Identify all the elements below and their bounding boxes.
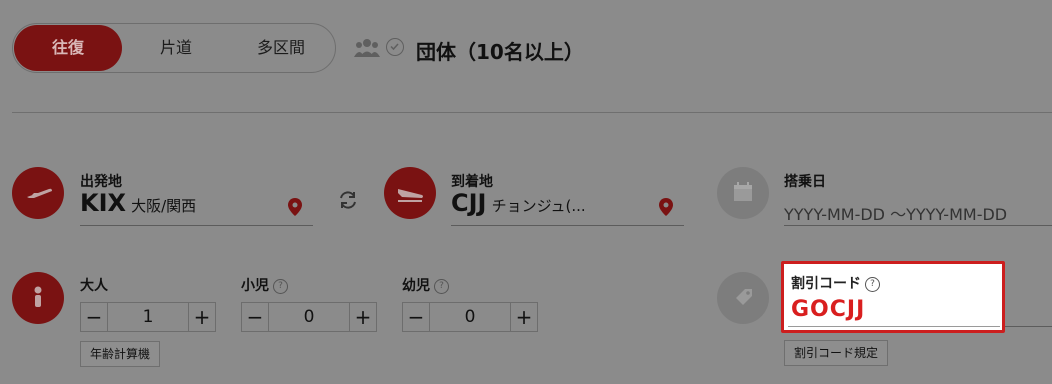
date-separator: ～ [890, 205, 907, 224]
child-count[interactable]: 0 [268, 303, 350, 331]
infant-plus-button[interactable]: + [511, 303, 537, 331]
child-minus-button[interactable]: − [242, 303, 268, 331]
departure-circle [12, 167, 64, 219]
child-label-wrap: 小児? [241, 275, 288, 295]
child-label: 小児 [241, 278, 269, 294]
promo-underline-ext [1005, 326, 1052, 327]
promo-code-value[interactable]: GOCJJ [791, 297, 865, 322]
arrival-underline [451, 225, 684, 226]
help-icon[interactable]: ? [273, 278, 288, 294]
adult-count[interactable]: 1 [107, 303, 189, 331]
infant-minus-button[interactable]: − [403, 303, 429, 331]
adult-label: 大人 [80, 278, 108, 294]
departure-field[interactable]: KIX 大阪/関西 [80, 189, 196, 217]
date-start: YYYY-MM-DD [784, 205, 885, 224]
infant-label: 幼児 [402, 278, 430, 294]
promo-underline [788, 326, 1000, 327]
plane-takeoff-icon [27, 188, 52, 198]
trip-type-oneway[interactable]: 片道 [124, 23, 228, 73]
departure-city: 大阪/関西 [131, 197, 197, 215]
plane-landing-icon [398, 189, 423, 202]
departure-code: KIX [80, 189, 127, 217]
help-icon[interactable]: ? [865, 276, 880, 292]
infant-count[interactable]: 0 [429, 303, 511, 331]
location-pin-icon[interactable] [288, 198, 302, 216]
departure-label: 出発地 [80, 174, 122, 190]
group-label: 団体（10名以上） [416, 40, 584, 64]
date-field[interactable]: YYYY-MM-DD ～YYYY-MM-DD [784, 201, 1007, 225]
infant-stepper: − 0 + [402, 302, 538, 332]
location-pin-icon[interactable] [659, 198, 673, 216]
arrival-label: 到着地 [451, 174, 493, 190]
child-plus-button[interactable]: + [350, 303, 376, 331]
child-stepper: − 0 + [241, 302, 377, 332]
age-calculator-button[interactable]: 年齢計算機 [80, 341, 161, 367]
date-underline [784, 225, 1052, 226]
swap-icon[interactable] [338, 190, 358, 210]
check-icon [390, 43, 399, 51]
date-end: YYYY-MM-DD [906, 205, 1008, 224]
adult-stepper: − 1 + [80, 302, 216, 332]
trip-type-roundtrip[interactable]: 往復 [14, 25, 122, 71]
promo-circle [717, 272, 769, 324]
date-circle [717, 167, 769, 219]
arrival-code: CJJ [451, 189, 487, 217]
help-icon[interactable]: ? [434, 278, 449, 294]
divider [12, 112, 1052, 113]
arrival-field[interactable]: CJJ チョンジュ(... [451, 189, 586, 217]
promo-code-field[interactable]: 割引コード? GOCJJ [781, 261, 1005, 333]
trip-type-multicity[interactable]: 多区間 [228, 23, 334, 73]
adult-minus-button[interactable]: − [81, 303, 107, 331]
promo-label: 割引コード [791, 276, 861, 292]
arrival-city: チョンジュ(... [491, 197, 586, 215]
arrival-circle [384, 167, 436, 219]
adult-plus-button[interactable]: + [189, 303, 215, 331]
promo-label-wrap: 割引コード? [791, 273, 880, 293]
promo-rules-button[interactable]: 割引コード規定 [784, 340, 889, 366]
group-users-icon [354, 39, 380, 57]
passenger-circle [12, 272, 64, 324]
calendar-icon [734, 182, 752, 201]
infant-label-wrap: 幼児? [402, 275, 449, 295]
departure-underline [80, 225, 313, 226]
date-label: 搭乗日 [784, 174, 826, 190]
group-checkbox[interactable] [386, 38, 404, 56]
tag-icon [736, 289, 752, 305]
person-icon [34, 286, 42, 307]
